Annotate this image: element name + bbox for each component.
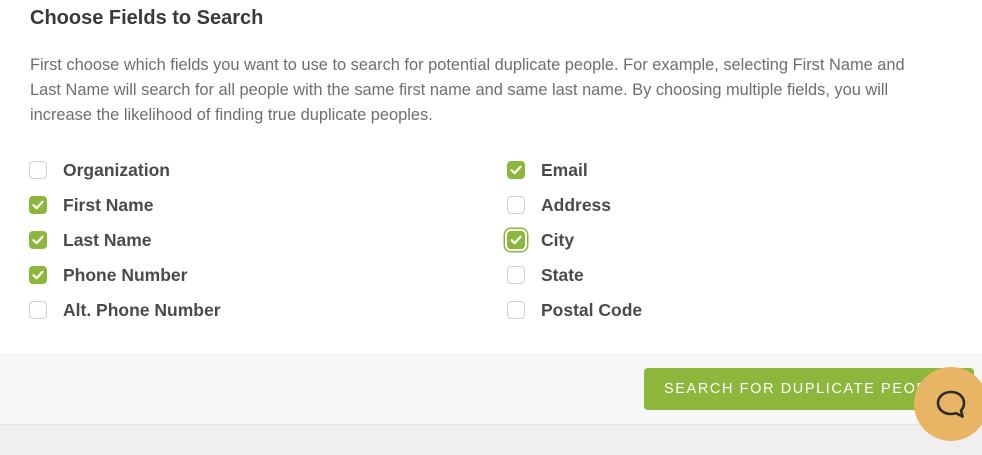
field-state[interactable]: State [507,264,584,286]
check-icon [510,165,522,175]
check-icon [510,235,522,245]
field-phone-number[interactable]: Phone Number [29,264,187,286]
postal-code-checkbox[interactable] [507,301,525,319]
check-icon [32,235,44,245]
field-email[interactable]: Email [507,159,588,181]
section-description: First choose which fields you want to us… [30,56,905,124]
postal-code-label: Postal Code [541,299,643,320]
state-checkbox[interactable] [507,266,525,284]
field-alt-phone-number[interactable]: Alt. Phone Number [29,299,221,321]
first-name-checkbox[interactable] [29,196,47,214]
page-background [0,425,982,455]
last-name-checkbox[interactable] [29,231,47,249]
check-icon [32,200,44,210]
city-label: City [541,229,575,250]
chat-bubble-icon [936,390,966,418]
field-city[interactable]: City [507,229,574,251]
email-checkbox[interactable] [507,161,525,179]
alt-phone-number-checkbox[interactable] [29,301,47,319]
state-label: State [541,264,584,285]
address-checkbox[interactable] [507,196,525,214]
phone-number-label: Phone Number [63,264,188,285]
chat-widget-button[interactable] [914,367,982,441]
alt-phone-number-label: Alt. Phone Number [63,299,221,320]
phone-number-checkbox[interactable] [29,266,47,284]
field-address[interactable]: Address [507,194,611,216]
city-checkbox[interactable] [507,231,525,249]
first-name-label: First Name [63,194,154,215]
section-title: Choose Fields to Search [30,7,264,29]
field-first-name[interactable]: First Name [29,194,153,216]
field-organization[interactable]: Organization [29,159,170,181]
last-name-label: Last Name [63,229,152,250]
address-label: Address [541,194,612,215]
organization-label: Organization [63,159,170,180]
organization-checkbox[interactable] [29,161,47,179]
check-icon [32,270,44,280]
field-last-name[interactable]: Last Name [29,229,152,251]
email-label: Email [541,159,588,180]
duplicate-search-panel: Choose Fields to Search First choose whi… [0,0,982,455]
field-postal-code[interactable]: Postal Code [507,299,642,321]
